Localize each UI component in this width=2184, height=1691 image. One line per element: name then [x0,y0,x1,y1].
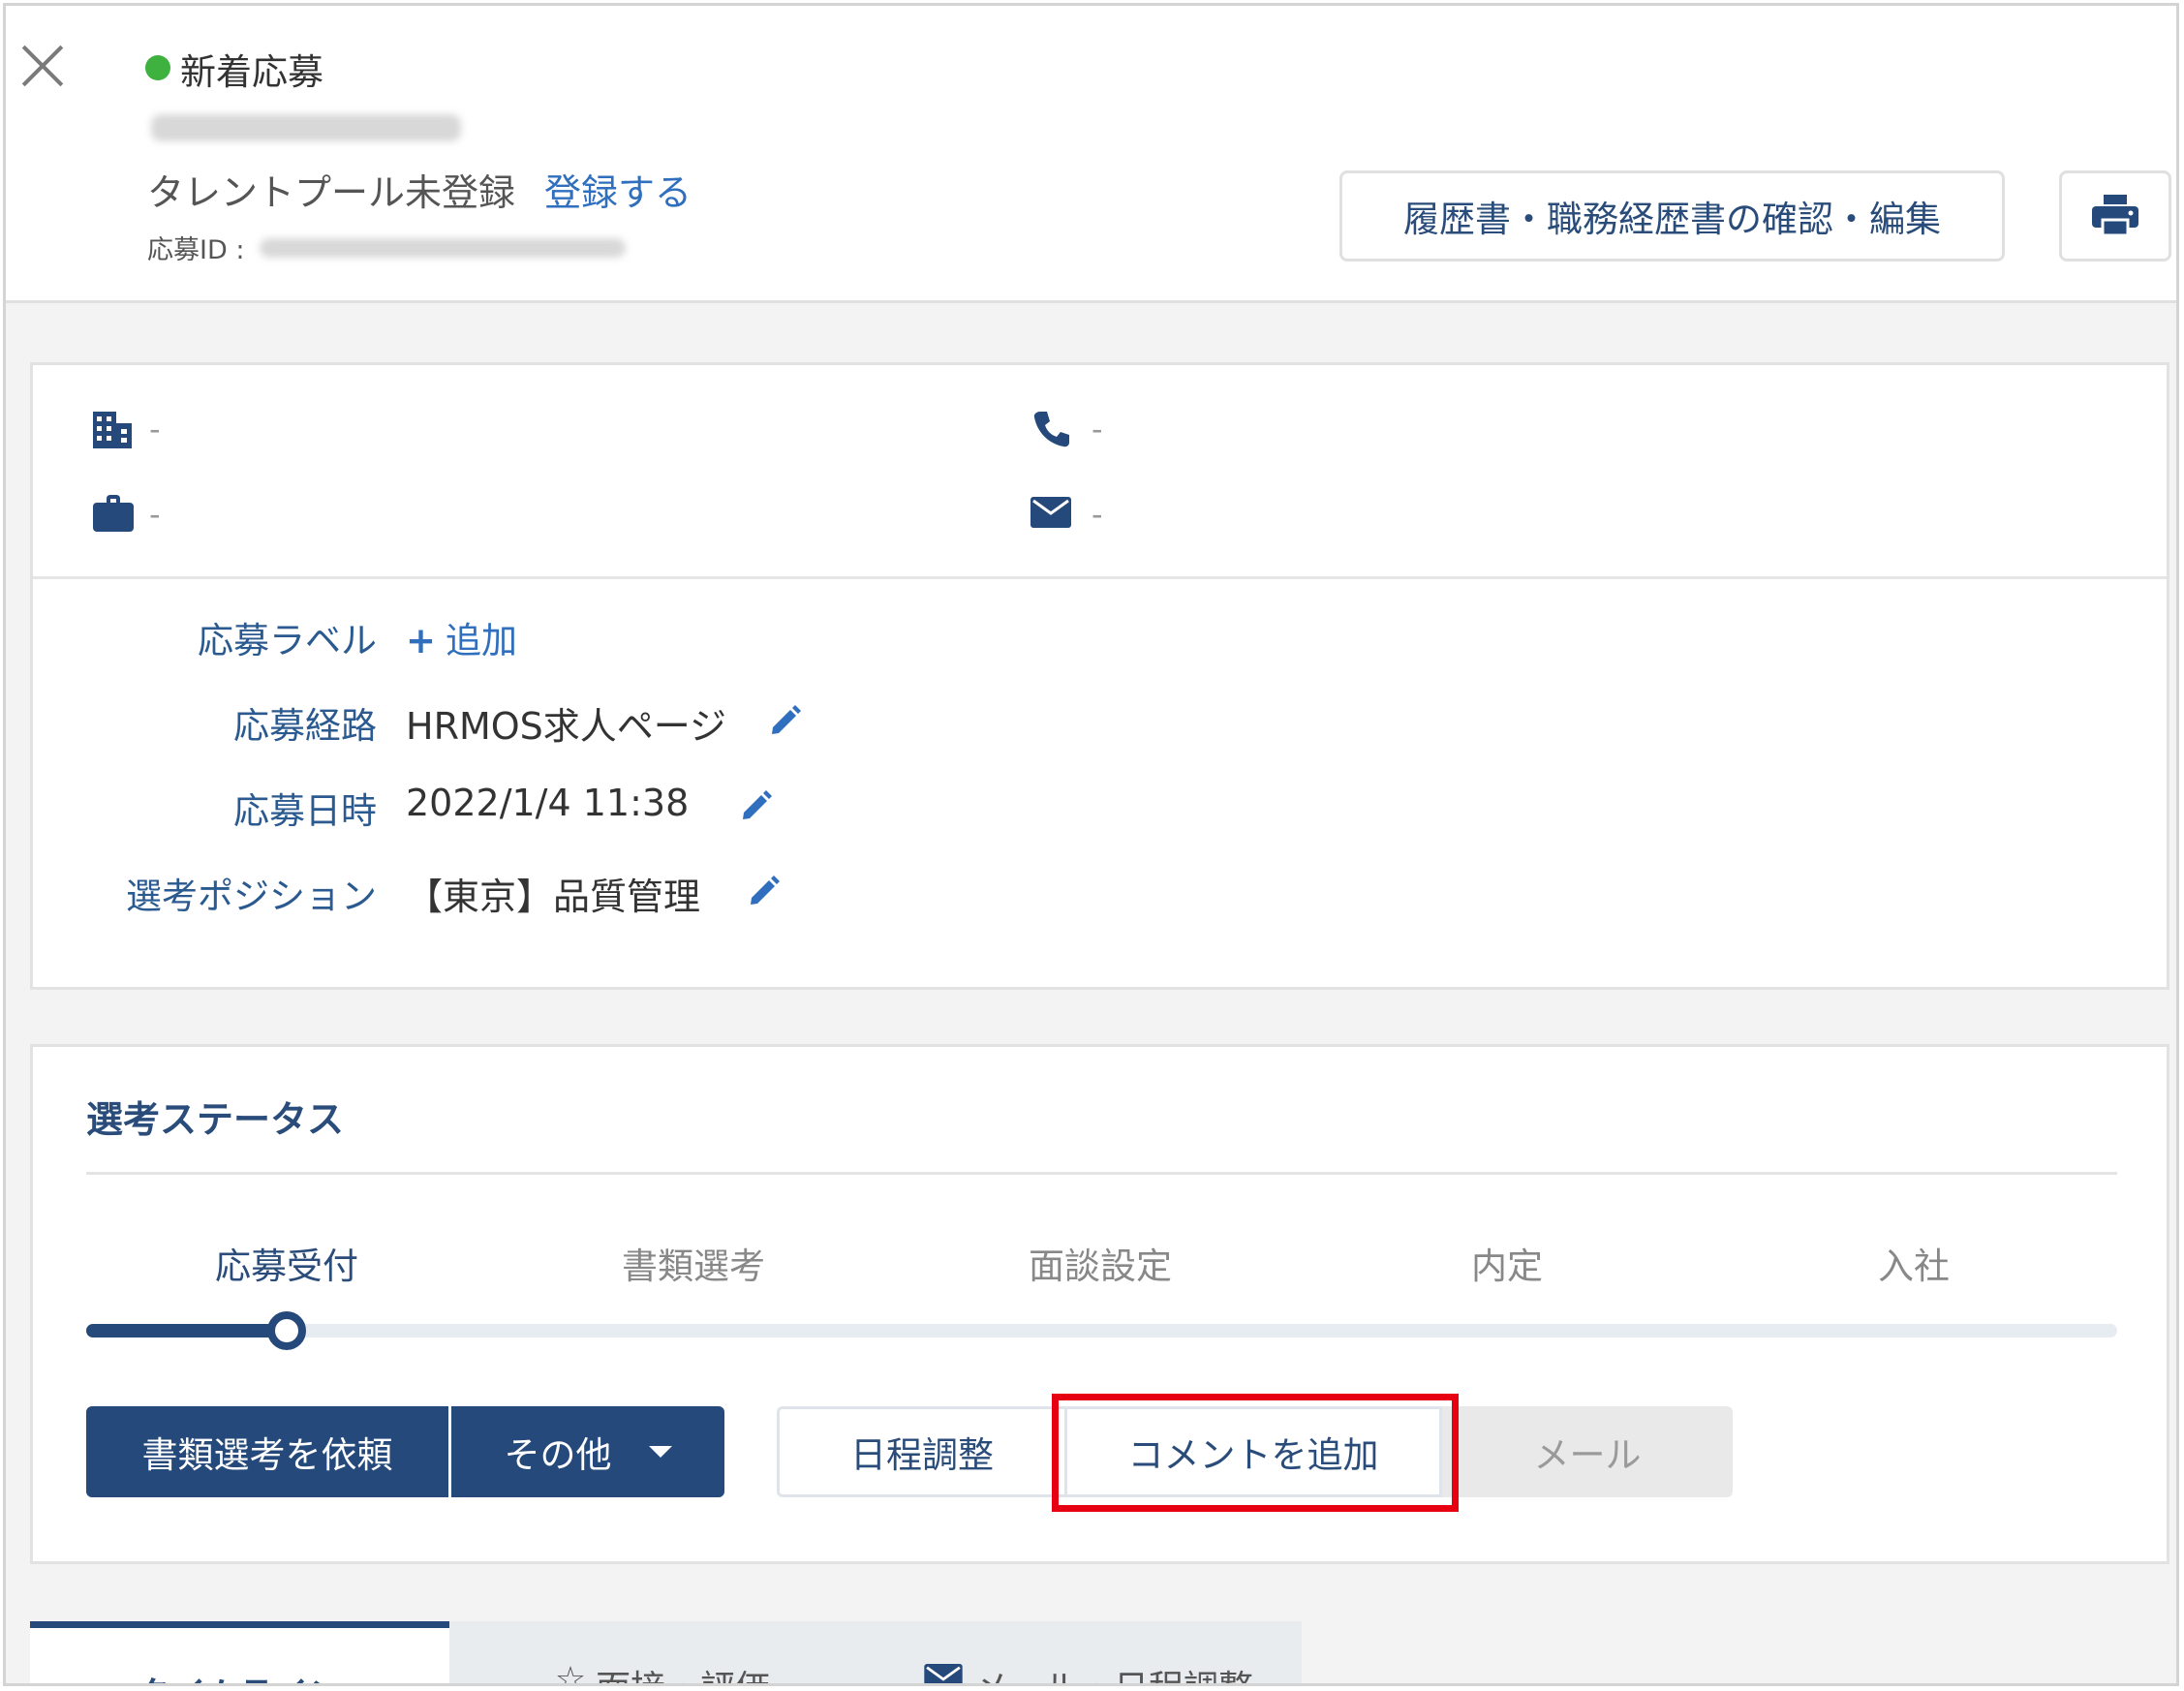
tab-mail-label: メール・日程調整 [974,1660,1253,1683]
email-value: - [1092,496,1103,533]
mail-icon [1030,497,1071,528]
step-interview-setting[interactable]: 面談設定 [955,1237,1246,1289]
tab-timeline[interactable]: タイムライン [30,1621,449,1683]
tab-interview-label: 面接・評価 [596,1660,770,1683]
job-value: - [149,496,161,533]
request-document-screening-button[interactable]: 書類選考を依頼 [86,1406,448,1497]
mail-button[interactable]: メール [1442,1406,1733,1497]
application-date-value: 2022/1/4 11:38 [406,782,690,824]
print-button[interactable] [2059,170,2171,261]
add-label-text: 追加 [446,620,518,661]
position-label: 選考ポジション [126,876,377,917]
application-route-value: HRMOS求人ページ [406,705,727,748]
selection-status-title: 選考ステータス [86,1098,345,1141]
application-id-redacted [260,238,626,258]
applicant-panel: 新着応募 タレントプール未登録 登録する 応募ID : 履歴書・職務経歴書の確認… [3,3,2179,1686]
progress-knob[interactable] [267,1311,306,1350]
tab-interview-evaluation[interactable]: ☆ 面接・評価 [449,1621,876,1686]
edit-route-icon[interactable] [769,704,802,737]
step-joined[interactable]: 入社 [1769,1237,2059,1289]
schedule-button[interactable]: 日程調整 [777,1406,1067,1497]
applicant-info-card: - - - - 応募ラベル + 追加 応募経路 HRMOS求人ページ 応募日時 … [30,362,2169,990]
application-route-label: 応募経路 [233,705,377,747]
resume-edit-button[interactable]: 履歴書・職務経歴書の確認・編集 [1339,170,2005,261]
phone-value: - [1092,411,1103,447]
tab-mail-schedule[interactable]: メール・日程調整 [876,1621,1302,1683]
register-talent-pool-link[interactable]: 登録する [544,163,692,216]
status-label: 新着応募 [180,51,323,93]
other-button-label: その他 [504,1434,612,1476]
briefcase-icon [93,495,134,532]
position-value: 【東京】品質管理 [406,876,701,918]
step-document-screening[interactable]: 書類選考 [548,1237,839,1289]
selection-status-card: 選考ステータス 応募受付 書類選考 面談設定 内定 入社 書類選考を依頼 その他… [30,1044,2169,1564]
talent-pool-status: タレントプール未登録 [147,171,516,214]
progress-fill [86,1324,290,1337]
star-icon: ☆ [554,1660,587,1686]
application-id-label: 応募ID : [147,235,245,265]
close-icon[interactable] [21,45,64,87]
other-dropdown-button[interactable]: その他 [451,1406,724,1497]
tab-timeline-label: タイムライン [137,1667,343,1683]
add-label-button[interactable]: + 追加 [406,611,517,663]
application-label-label: 応募ラベル [198,620,377,661]
edit-position-icon[interactable] [748,875,781,907]
mail-tab-icon [924,1664,963,1683]
application-date-label: 応募日時 [233,790,377,832]
add-comment-button[interactable]: コメントを追加 [1064,1406,1442,1497]
status-dot-icon [145,55,170,80]
section-divider [86,1172,2117,1175]
building-icon [93,412,132,448]
applicant-name-redacted [151,114,461,141]
applicant-header: 新着応募 タレントプール未登録 登録する 応募ID : 履歴書・職務経歴書の確認… [6,6,2176,303]
phone-icon [1033,412,1069,447]
info-divider [33,576,2167,579]
progress-track [86,1324,2117,1337]
company-value: - [149,411,161,447]
plus-icon: + [406,620,437,661]
step-application-received[interactable]: 応募受付 [141,1237,432,1289]
edit-date-icon[interactable] [740,789,773,822]
printer-icon [2092,195,2138,237]
step-offer[interactable]: 内定 [1362,1237,1652,1289]
caret-down-icon [648,1446,672,1458]
